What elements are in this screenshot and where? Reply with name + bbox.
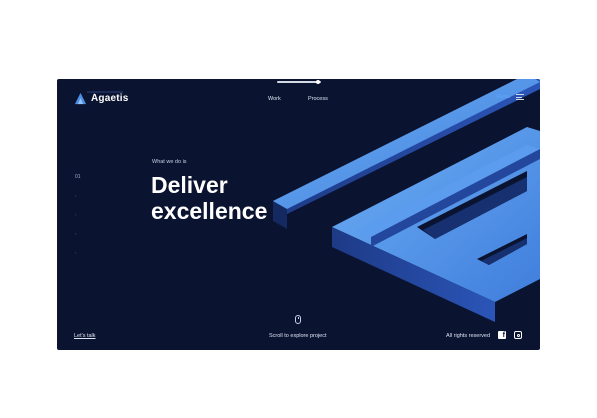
app-window: Ágaetis Work Process Menu 01 ▪ ▪ ▪ ▪ Wha…	[57, 79, 540, 350]
hero-eyebrow: What we do is	[152, 159, 187, 165]
brand-name: Ágaetis	[91, 93, 129, 104]
facebook-icon[interactable]: f	[498, 331, 506, 339]
menu-label: Menu	[496, 94, 510, 100]
scroll-hint: Scroll to explore project	[269, 333, 327, 339]
section-index-active[interactable]: 01	[75, 175, 81, 180]
section-index-dot[interactable]: ▪	[75, 213, 79, 217]
brand-tagline-line	[87, 91, 123, 93]
nav-work-link[interactable]: Work	[268, 96, 281, 102]
rights-text: All rights reserved	[446, 333, 491, 339]
brand-logo[interactable]: Ágaetis	[74, 92, 129, 105]
mouse-icon[interactable]	[295, 315, 301, 324]
menu-button[interactable]: Menu	[496, 94, 524, 100]
lets-talk-link[interactable]: Let's talk	[74, 333, 96, 339]
instagram-icon[interactable]	[514, 331, 522, 339]
hamburger-icon	[516, 94, 524, 100]
section-index-dot[interactable]: ▪	[75, 232, 79, 236]
section-index-dot[interactable]: ▪	[75, 251, 79, 255]
section-index-dot[interactable]: ▪	[75, 194, 79, 198]
hero-headline-line2: excellence	[151, 198, 268, 224]
nav-process-link[interactable]: Process	[308, 96, 328, 102]
hero-3d-shape	[273, 79, 540, 322]
hero-headline: Deliver excellence	[151, 172, 267, 224]
agaetis-logo-icon	[74, 92, 87, 105]
hero-headline-line1: Deliver	[151, 172, 228, 198]
